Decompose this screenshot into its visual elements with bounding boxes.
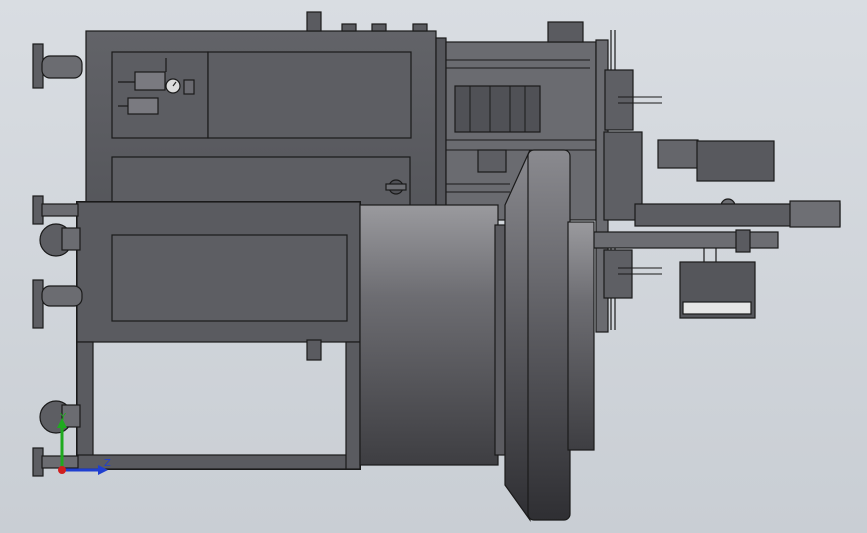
side-column: [435, 37, 447, 219]
triad-z-label: Z: [104, 458, 111, 469]
spindle-bracket: [604, 69, 634, 131]
regulator-panel[interactable]: [111, 51, 209, 139]
sensor-box[interactable]: [696, 140, 775, 182]
drum-hub: [567, 221, 595, 451]
model-drawing[interactable]: Y Z: [0, 0, 867, 533]
foot-icon[interactable]: [32, 195, 79, 225]
triad-y-label: Y: [59, 412, 67, 423]
foot-icon[interactable]: [32, 279, 83, 329]
upper-panel[interactable]: [207, 51, 412, 139]
drum-body[interactable]: [359, 204, 499, 466]
motor-box-label: [682, 301, 752, 315]
drum-flange[interactable]: [527, 149, 571, 521]
top-bolt: [306, 11, 322, 32]
top-bolt: [371, 23, 387, 32]
mount-bolt: [306, 339, 322, 361]
mechanism-top: [547, 21, 584, 43]
top-bolt: [341, 23, 357, 32]
foot-icon[interactable]: [32, 447, 79, 477]
drum-cone: [504, 149, 531, 522]
cad-viewport[interactable]: Y Z: [0, 0, 867, 533]
idler-wheel: [477, 149, 507, 173]
top-bolt: [412, 23, 428, 32]
caster-icon[interactable]: [39, 223, 81, 257]
shaft-collar: [735, 229, 751, 253]
foot-icon[interactable]: [32, 43, 83, 89]
mechanism-block: [454, 85, 541, 133]
shaft-tip: [789, 200, 841, 228]
frame-bottom-rail: [76, 454, 361, 470]
frame-right-post: [345, 341, 361, 470]
drum-band: [494, 224, 506, 456]
front-inner-panel[interactable]: [111, 234, 348, 322]
arm-bracket: [657, 139, 699, 169]
